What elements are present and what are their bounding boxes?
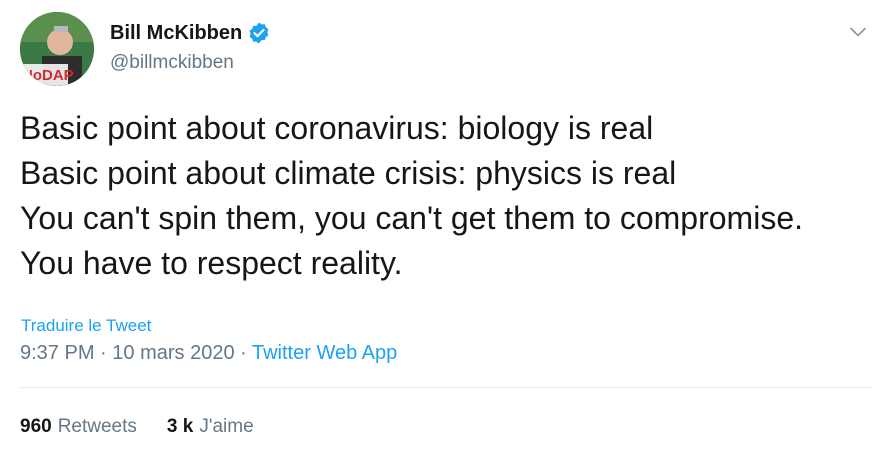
tweet-stats: 960 Retweets 3 k J'aime — [20, 414, 254, 440]
avatar-sign-text: NoDAP — [22, 67, 74, 84]
retweets-label: Retweets — [57, 416, 137, 437]
tweet-line: You have to respect reality. — [20, 245, 403, 281]
tweet-source-app[interactable]: Twitter Web App — [252, 342, 397, 364]
author-display-name[interactable]: Bill McKibben — [110, 20, 242, 46]
translate-tweet-link[interactable]: Traduire le Tweet — [21, 315, 151, 337]
likes-stat[interactable]: 3 k J'aime — [167, 414, 254, 440]
meta-separator: · — [100, 342, 113, 364]
retweets-stat[interactable]: 960 Retweets — [20, 414, 137, 440]
divider — [20, 387, 873, 388]
tweet-line: You can't spin them, you can't get them … — [20, 200, 803, 236]
author-handle[interactable]: @billmckibben — [110, 51, 234, 75]
chevron-down-icon[interactable] — [848, 22, 868, 42]
meta-separator: · — [240, 342, 252, 364]
author-name-row: Bill McKibben — [110, 20, 271, 46]
avatar-image: NoDAP — [20, 12, 94, 86]
likes-label: J'aime — [199, 416, 254, 437]
avatar[interactable]: NoDAP — [20, 12, 94, 86]
tweet-card: NoDAP Bill McKibben @billmckibben Basic … — [0, 0, 891, 458]
tweet-time[interactable]: 9:37 PM — [20, 342, 94, 364]
verified-badge-icon — [247, 21, 271, 45]
tweet-line: Basic point about climate crisis: physic… — [20, 155, 677, 191]
likes-count: 3 k — [166, 416, 194, 437]
retweets-count: 960 — [20, 416, 52, 437]
tweet-text: Basic point about coronavirus: biology i… — [20, 106, 880, 286]
tweet-meta: 9:37 PM · 10 mars 2020 · Twitter Web App — [20, 340, 397, 366]
tweet-date[interactable]: 10 mars 2020 — [112, 342, 234, 364]
tweet-line: Basic point about coronavirus: biology i… — [20, 110, 654, 146]
